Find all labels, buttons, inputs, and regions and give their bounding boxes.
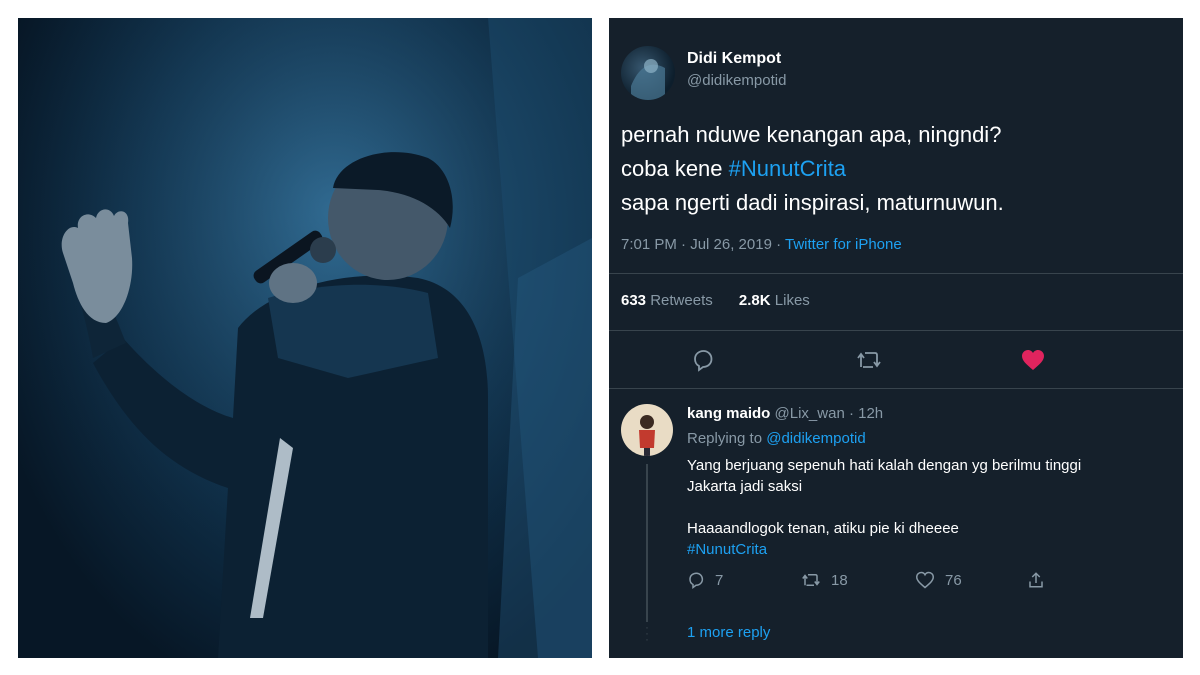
reply-avatar-image — [639, 415, 655, 456]
retweets-stat[interactable]: 633 Retweets — [621, 292, 713, 309]
likes-stat[interactable]: 2.8K Likes — [739, 292, 810, 309]
retweet-button[interactable] — [855, 346, 883, 374]
author-handle[interactable]: @didikempotid — [687, 72, 786, 89]
replying-label: Replying to — [687, 430, 763, 447]
reply-icon — [689, 572, 704, 589]
heart-icon — [1022, 350, 1044, 370]
divider — [609, 273, 1183, 274]
thread-line — [646, 464, 648, 622]
reply-avatar[interactable] — [621, 404, 673, 456]
reply-handle-time[interactable]: @Lix_wan · 12h — [775, 405, 884, 422]
reply-line-4: Haaaandlogok tenan, atiku pie ki dheeee — [687, 520, 959, 537]
singer-illustration — [18, 18, 592, 658]
divider — [609, 330, 1183, 331]
more-replies-dots: · · · — [645, 620, 649, 646]
reply-line-2: Jakarta jadi saksi — [687, 478, 803, 495]
reply-icon — [694, 350, 713, 372]
reply-hashtag[interactable]: #NunutCrita — [687, 539, 1167, 560]
author-avatar[interactable] — [621, 46, 675, 100]
author-name[interactable]: Didi Kempot — [687, 50, 781, 68]
tweet-line-2-text: coba kene — [621, 156, 723, 181]
replying-to: Replying to @didikempotid — [687, 430, 866, 447]
tweet-stats: 633 Retweets 2.8K Likes — [621, 292, 832, 309]
avatar-image — [631, 59, 665, 100]
likes-count: 2.8K — [738, 292, 771, 309]
tweet-line-3: sapa ngerti dadi inspirasi, maturnuwun. — [621, 190, 1004, 215]
reply-reply-count: 7 — [715, 571, 724, 589]
tweet-line-2: coba kene #NunutCrita — [621, 152, 1161, 186]
tweet-meta: 7:01 PM · Jul 26, 2019 · Twitter for iPh… — [621, 236, 902, 253]
like-button[interactable] — [1019, 346, 1047, 374]
reply-like-count: 76 — [945, 571, 962, 589]
more-replies-link[interactable]: 1 more reply — [687, 624, 770, 641]
heart-icon — [915, 571, 935, 589]
tweet-timestamp[interactable]: 7:01 PM · Jul 26, 2019 · — [621, 236, 785, 253]
tweet-text: pernah nduwe kenangan apa, ningndi? coba… — [621, 118, 1161, 220]
reply-retweet-button[interactable]: 18 — [801, 571, 848, 589]
reply-line-3 — [687, 497, 1167, 518]
reply-button[interactable] — [689, 346, 717, 374]
likes-label: Likes — [774, 292, 810, 309]
concert-photo — [18, 18, 592, 658]
replying-to-handle[interactable]: @didikempotid — [766, 430, 865, 447]
tweet-card: Didi Kempot @didikempotid pernah nduwe k… — [609, 18, 1183, 658]
tweet-line-1: pernah nduwe kenangan apa, ningndi? — [621, 122, 1002, 147]
share-icon — [1029, 572, 1043, 588]
reply-text: Yang berjuang sepenuh hati kalah dengan … — [687, 455, 1167, 560]
reply-retweet-count: 18 — [831, 571, 848, 589]
reply-line-1: Yang berjuang sepenuh hati kalah dengan … — [687, 457, 1082, 474]
reply-like-button[interactable]: 76 — [915, 571, 962, 589]
retweet-icon — [857, 352, 881, 368]
reply-share-button[interactable] — [1027, 571, 1055, 589]
tweet-source[interactable]: Twitter for iPhone — [785, 236, 902, 253]
tweet-hashtag[interactable]: #NunutCrita — [729, 156, 846, 181]
retweets-count: 633 — [621, 292, 647, 309]
reply-header: kang maido @Lix_wan · 12h — [687, 405, 883, 422]
retweet-icon — [802, 574, 820, 586]
reply-reply-button[interactable]: 7 — [687, 571, 723, 589]
retweets-label: Retweets — [650, 292, 713, 309]
reply-author-name[interactable]: kang maido — [687, 405, 770, 422]
divider — [609, 388, 1183, 389]
